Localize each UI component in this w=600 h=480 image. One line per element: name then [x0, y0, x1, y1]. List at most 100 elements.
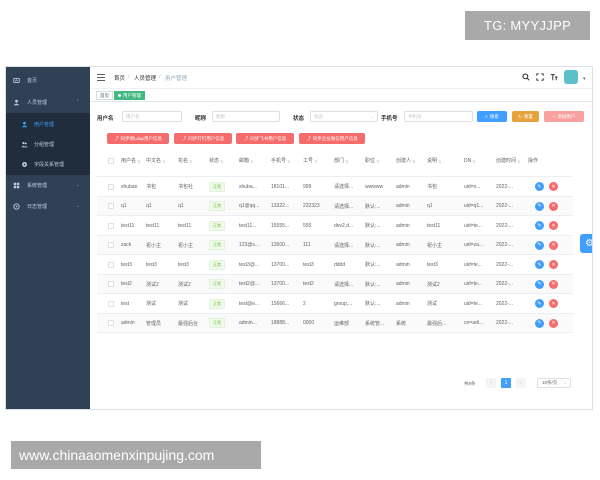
- sync-feishu-button[interactable]: ⤴ 同步飞书用户信息: [236, 133, 294, 144]
- nickname-input[interactable]: 昵称: [212, 111, 280, 122]
- pagination-page-1[interactable]: 1: [501, 378, 511, 388]
- cell-text: test11...: [239, 222, 257, 229]
- pagination-next[interactable]: ›: [516, 378, 526, 388]
- fullscreen-icon[interactable]: [536, 73, 544, 81]
- breadcrumb-people[interactable]: 人员管理: [134, 74, 156, 82]
- sort-icon[interactable]: ⇅: [314, 158, 317, 165]
- phone-input[interactable]: 手机号: [404, 111, 473, 122]
- delete-button[interactable]: ✕: [549, 240, 558, 250]
- cell-text: test: [121, 300, 130, 307]
- row-checkbox[interactable]: [108, 222, 114, 229]
- column-header-chinese-name[interactable]: 中文名 ⇅: [143, 145, 175, 177]
- edit-button[interactable]: ✎: [535, 299, 544, 308]
- delete-button[interactable]: ✕: [549, 299, 558, 308]
- table-cell-description: test3: [424, 255, 461, 275]
- page-size-select[interactable]: 10条/页 ⌄: [537, 378, 571, 388]
- sort-icon[interactable]: ⇅: [287, 158, 290, 165]
- row-checkbox[interactable]: [108, 281, 114, 287]
- edit-button[interactable]: ✎: [535, 260, 544, 269]
- username-input[interactable]: 用户名: [122, 111, 182, 122]
- reset-button[interactable]: ↻ 重置: [512, 111, 539, 122]
- delete-button[interactable]: ✕: [549, 260, 558, 269]
- row-checkbox[interactable]: [108, 203, 114, 209]
- sync-dingtalk-button[interactable]: ⤴ 同步钉钉用户信息: [174, 133, 232, 144]
- font-size-icon[interactable]: [550, 73, 558, 81]
- sort-icon[interactable]: ⇅: [220, 158, 223, 165]
- sort-icon[interactable]: ⇅: [412, 158, 415, 165]
- column-header-department[interactable]: 部门 ⇅: [331, 145, 362, 177]
- column-header-employee-id[interactable]: 工号 ⇅: [300, 145, 331, 177]
- sort-icon[interactable]: ⇅: [376, 158, 379, 165]
- sort-icon[interactable]: ⇅: [137, 158, 140, 165]
- tag-home[interactable]: 首页: [96, 91, 113, 100]
- delete-button[interactable]: ✕: [549, 182, 558, 191]
- cell-text: 测试: [178, 301, 189, 308]
- sidebar-item-group-management[interactable]: 分组管理: [6, 133, 90, 155]
- column-header-status[interactable]: 状态 ⇅: [206, 145, 236, 177]
- edit-button[interactable]: ✎: [535, 182, 544, 191]
- cell-text: uid=te...: [464, 261, 482, 268]
- sidebar-item-field-relation[interactable]: 字段关系管理: [6, 153, 90, 175]
- cell-text: 13322...: [271, 203, 290, 210]
- sort-icon[interactable]: ⇅: [162, 158, 165, 165]
- column-header-username[interactable]: 用户名 ⇅: [118, 145, 143, 177]
- column-header-created-at[interactable]: 创建时间 ⇅: [493, 145, 525, 177]
- column-header-phone[interactable]: 手机号 ⇅: [268, 145, 300, 177]
- sort-icon[interactable]: ⇅: [438, 158, 441, 165]
- add-user-button[interactable]: + 添加用户: [544, 111, 584, 122]
- column-header-position[interactable]: 职位 ⇅: [362, 145, 393, 177]
- sort-icon[interactable]: ⇅: [250, 158, 253, 165]
- edit-button[interactable]: ✎: [535, 240, 544, 250]
- tag-user-management[interactable]: 用户管理: [114, 91, 145, 100]
- sort-icon[interactable]: ⇅: [472, 158, 475, 165]
- delete-button[interactable]: ✕: [549, 279, 558, 289]
- sync-ldap-button[interactable]: ⤴ 同步明Ldap用户信息: [107, 133, 169, 144]
- edit-button[interactable]: ✎: [535, 221, 544, 230]
- cell-text: 系统: [396, 320, 407, 327]
- sidebar-item-logs[interactable]: 日志管理 ⌄: [6, 195, 90, 217]
- cell-text: 最强后台: [178, 320, 199, 327]
- sync-wecom-button[interactable]: ⤴ 同步企业微信用户信息: [299, 133, 365, 144]
- row-checkbox[interactable]: [108, 261, 114, 268]
- sidebar-item-system[interactable]: 系统管理 ⌄: [6, 174, 90, 196]
- cell-text: uid=za...: [464, 242, 484, 249]
- column-header-label: 手机号: [271, 157, 287, 164]
- sort-icon[interactable]: ⇅: [517, 158, 520, 165]
- table-cell-nickname: 最强后台: [175, 314, 206, 334]
- delete-button[interactable]: ✕: [549, 318, 558, 328]
- pagination-prev[interactable]: ‹: [486, 378, 496, 388]
- edit-button[interactable]: ✎: [535, 279, 544, 289]
- row-checkbox[interactable]: [108, 300, 114, 307]
- select-all-checkbox[interactable]: [108, 158, 114, 164]
- search-icon[interactable]: [522, 73, 530, 81]
- column-header-nickname[interactable]: 花名 ⇅: [175, 145, 206, 177]
- sort-icon[interactable]: ⇅: [345, 158, 348, 165]
- sidebar-item-people[interactable]: 人员管理 ⌃: [6, 91, 90, 113]
- settings-gear-button[interactable]: ⚙: [580, 234, 592, 253]
- sidebar-item-user-management[interactable]: 用户管理: [6, 113, 90, 135]
- search-button[interactable]: ⌕ 搜索: [477, 111, 507, 122]
- edit-button[interactable]: ✎: [535, 201, 544, 211]
- delete-button[interactable]: ✕: [549, 201, 558, 211]
- table-cell-department: dev2,d...: [331, 216, 362, 236]
- avatar[interactable]: [564, 70, 578, 84]
- table-cell-status: 正常: [206, 197, 236, 217]
- column-header-dn[interactable]: DN ⇅: [461, 145, 493, 177]
- watermark-bottom: www.chinaaomenxinpujing.com: [11, 441, 261, 469]
- table-row: shubao 书包 书包社 正常 shuba... 18101... 999 请选择... ww…: [97, 177, 573, 197]
- sidebar-item-home[interactable]: 首页: [6, 69, 90, 91]
- status-select[interactable]: 状态 ⌄: [310, 111, 378, 122]
- edit-button[interactable]: ✎: [535, 318, 544, 328]
- sidebar-item-label: 首页: [27, 77, 38, 84]
- sort-icon[interactable]: ⇅: [189, 158, 192, 165]
- breadcrumb-home[interactable]: 首页: [114, 74, 125, 82]
- row-checkbox[interactable]: [108, 242, 114, 248]
- column-header-description[interactable]: 说明 ⇅: [424, 145, 461, 177]
- row-checkbox[interactable]: [108, 183, 114, 190]
- column-header-creator[interactable]: 创建人 ⇅: [393, 145, 424, 177]
- hamburger-icon[interactable]: [97, 74, 105, 81]
- avatar-caret-icon[interactable]: ▾: [583, 76, 586, 82]
- delete-button[interactable]: ✕: [549, 221, 558, 230]
- column-header-email[interactable]: 邮箱 ⇅: [236, 145, 268, 177]
- row-checkbox[interactable]: [108, 320, 114, 326]
